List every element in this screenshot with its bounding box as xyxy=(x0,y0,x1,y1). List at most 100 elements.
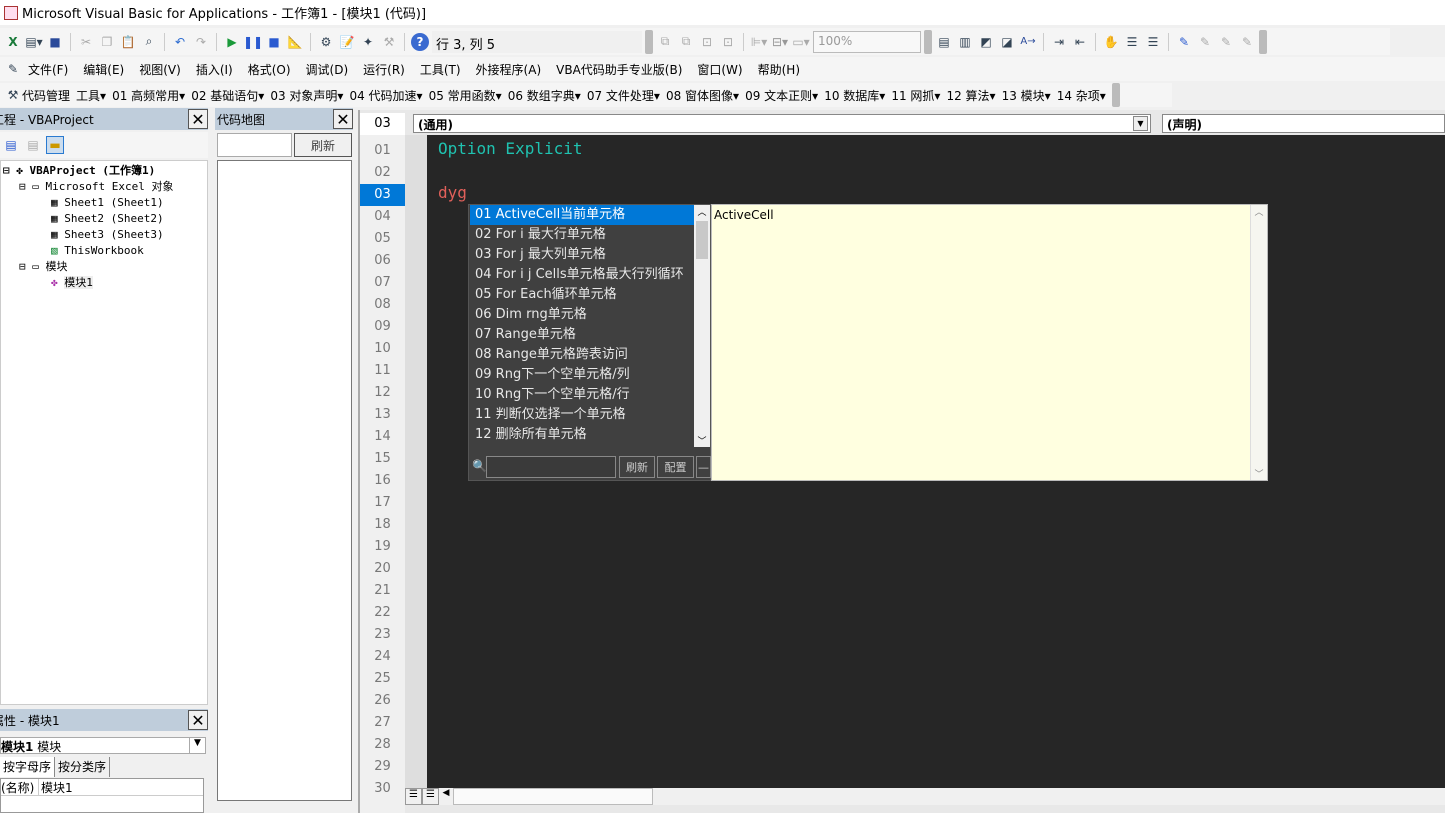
list-constants-icon[interactable]: ▥ xyxy=(956,33,974,51)
menu-file[interactable]: 文件(F) xyxy=(28,61,68,78)
menu-help[interactable]: 帮助(H) xyxy=(758,61,800,78)
autocomplete-item[interactable]: 07 Range单元格 xyxy=(470,325,694,345)
toolbar-grip[interactable] xyxy=(645,29,653,54)
popup-search-input[interactable] xyxy=(486,456,616,478)
procedure-view-icon[interactable]: ☰ xyxy=(405,788,422,805)
popup-refresh-button[interactable]: 刷新 xyxy=(619,456,655,478)
tree-node-sheet2[interactable]: ▦ Sheet2 (Sheet2) xyxy=(51,211,164,227)
excel-icon[interactable]: X xyxy=(4,33,22,51)
horizontal-scrollbar[interactable]: ☰ ☰ ◀ xyxy=(405,788,1445,805)
prev-bookmark-icon[interactable]: ✎ xyxy=(1217,33,1235,51)
reset-icon[interactable]: ■ xyxy=(265,33,283,51)
tb2-menu[interactable]: 02 基础语句▾ xyxy=(191,87,264,104)
procedure-combo[interactable]: (声明) xyxy=(1162,114,1445,133)
tree-node-vbaproject[interactable]: ⊟ ✤ VBAProject (工作簿1) xyxy=(3,163,155,179)
help-icon[interactable]: ? xyxy=(411,32,429,51)
ungroup-icon[interactable]: ⊡ xyxy=(719,33,737,51)
tree-node-excel-objects[interactable]: ⊟ ▭ Microsoft Excel 对象 xyxy=(19,179,173,195)
autocomplete-item[interactable]: 08 Range单元格跨表访问 xyxy=(470,345,694,365)
menu-edit[interactable]: 编辑(E) xyxy=(83,61,124,78)
tb2-menu[interactable]: 10 数据库▾ xyxy=(824,87,885,104)
size-icon[interactable]: ▭▾ xyxy=(792,33,810,51)
popup-scrollbar[interactable]: ︿ ﹀ xyxy=(694,205,710,447)
scroll-up-icon[interactable]: ︿ xyxy=(694,205,710,221)
toolbar-grip[interactable] xyxy=(1111,83,1120,107)
autocomplete-item[interactable]: 12 删除所有单元格 xyxy=(470,425,694,445)
tab-categorized[interactable]: 按分类序 xyxy=(55,757,111,777)
menu-tools[interactable]: 工具(T) xyxy=(420,61,461,78)
indent-icon[interactable]: ⇥ xyxy=(1050,33,1068,51)
scroll-down-icon[interactable]: ﹀ xyxy=(694,434,710,447)
property-value[interactable]: 模块1 xyxy=(39,779,73,795)
codemap-search-input[interactable] xyxy=(217,133,292,157)
tree-node-sheet3[interactable]: ▦ Sheet3 (Sheet3) xyxy=(51,227,164,243)
tree-node-thisworkbook[interactable]: ▧ ThisWorkbook xyxy=(51,243,144,259)
clear-bookmarks-icon[interactable]: ✎ xyxy=(1238,33,1256,51)
scroll-left-icon[interactable]: ◀ xyxy=(439,788,453,805)
bookmark-icon[interactable]: ✎ xyxy=(1175,33,1193,51)
tb2-menu[interactable]: 14 杂项▾ xyxy=(1057,87,1106,104)
run-icon[interactable]: ▶ xyxy=(223,33,241,51)
preview-scrollbar[interactable]: ︿ ﹀ xyxy=(1250,205,1267,480)
autocomplete-item[interactable]: 03 For j 最大列单元格 xyxy=(470,245,694,265)
code-manager-button[interactable]: 代码管理 xyxy=(22,87,70,104)
parameter-info-icon[interactable]: ◪ xyxy=(998,33,1016,51)
tree-node-modules[interactable]: ⊟ ▭ 模块 xyxy=(19,259,68,275)
toolbar-grip[interactable] xyxy=(924,29,932,54)
tb2-menu[interactable]: 工具▾ xyxy=(76,87,106,104)
tb2-menu[interactable]: 08 窗体图像▾ xyxy=(666,87,739,104)
autocomplete-item[interactable]: 02 For i 最大行单元格 xyxy=(470,225,694,245)
list-properties-icon[interactable]: ▤ xyxy=(935,33,953,51)
tb2-menu[interactable]: 07 文件处理▾ xyxy=(587,87,660,104)
close-icon[interactable]: ✕ xyxy=(188,109,208,129)
toggle-folders-icon[interactable]: ▬ xyxy=(46,136,64,154)
menu-view[interactable]: 视图(V) xyxy=(139,61,181,78)
redo-icon[interactable]: ↷ xyxy=(192,33,210,51)
code-margin[interactable] xyxy=(405,135,427,788)
autocomplete-item[interactable]: 10 Rng下一个空单元格/行 xyxy=(470,385,694,405)
tree-node-module1[interactable]: ✤ 模块1 xyxy=(51,275,93,291)
tree-node-sheet1[interactable]: ▦ Sheet1 (Sheet1) xyxy=(51,195,164,211)
tb2-menu[interactable]: 12 算法▾ xyxy=(946,87,995,104)
tb2-menu[interactable]: 03 对象声明▾ xyxy=(270,87,343,104)
next-bookmark-icon[interactable]: ✎ xyxy=(1196,33,1214,51)
insert-userform-icon[interactable]: ▤▾ xyxy=(25,33,43,51)
toggle-breakpoint-icon[interactable]: ✋ xyxy=(1102,33,1120,51)
cut-icon[interactable]: ✂ xyxy=(77,33,95,51)
close-icon[interactable]: ✕ xyxy=(333,109,353,129)
toolbox-icon[interactable]: ⚒ xyxy=(380,33,398,51)
tb2-menu[interactable]: 11 网抓▾ xyxy=(891,87,940,104)
object-select[interactable]: 模块1 模块 ▼ xyxy=(0,737,206,754)
toolbar-grip[interactable] xyxy=(1259,29,1267,54)
scroll-down-icon[interactable]: ﹀ xyxy=(1251,467,1267,480)
menu-run[interactable]: 运行(R) xyxy=(363,61,405,78)
zoom-select[interactable]: 100% xyxy=(813,30,921,53)
autocomplete-item[interactable]: 09 Rng下一个空单元格/列 xyxy=(470,365,694,385)
find-icon[interactable]: ⌕ xyxy=(140,33,158,51)
group-icon[interactable]: ⊡ xyxy=(698,33,716,51)
quick-info-icon[interactable]: ◩ xyxy=(977,33,995,51)
property-row[interactable]: (名称) 模块1 xyxy=(1,779,203,796)
view-object-icon[interactable]: ▤ xyxy=(24,136,42,154)
menu-window[interactable]: 窗口(W) xyxy=(697,61,742,78)
project-explorer-icon[interactable]: ⚙ xyxy=(317,33,335,51)
autocomplete-item[interactable]: 01 ActiveCell当前单元格 xyxy=(470,205,694,225)
menu-insert[interactable]: 插入(I) xyxy=(196,61,233,78)
complete-word-icon[interactable]: A→ xyxy=(1019,33,1037,51)
menu-debug[interactable]: 调试(D) xyxy=(306,61,349,78)
design-mode-icon[interactable]: 📐 xyxy=(286,33,304,51)
autocomplete-item[interactable]: 04 For i j Cells单元格最大行列循环 xyxy=(470,265,694,285)
tb2-menu[interactable]: 04 代码加速▾ xyxy=(349,87,422,104)
outdent-icon[interactable]: ⇤ xyxy=(1071,33,1089,51)
view-code-icon[interactable]: ▤ xyxy=(2,136,20,154)
codemap-refresh-button[interactable]: 刷新 xyxy=(294,133,352,157)
full-module-view-icon[interactable]: ☰ xyxy=(422,788,439,805)
object-combo[interactable]: (通用) ▼ xyxy=(413,114,1151,133)
bring-front-icon[interactable]: ⧉ xyxy=(656,33,674,51)
menu-addins[interactable]: 外接程序(A) xyxy=(476,61,542,78)
comment-block-icon[interactable]: ☰ xyxy=(1123,33,1141,51)
tab-alphabetic[interactable]: 按字母序 xyxy=(0,757,56,777)
break-icon[interactable]: ❚❚ xyxy=(243,33,263,51)
paste-icon[interactable]: 📋 xyxy=(119,33,137,51)
uncomment-block-icon[interactable]: ☰ xyxy=(1144,33,1162,51)
